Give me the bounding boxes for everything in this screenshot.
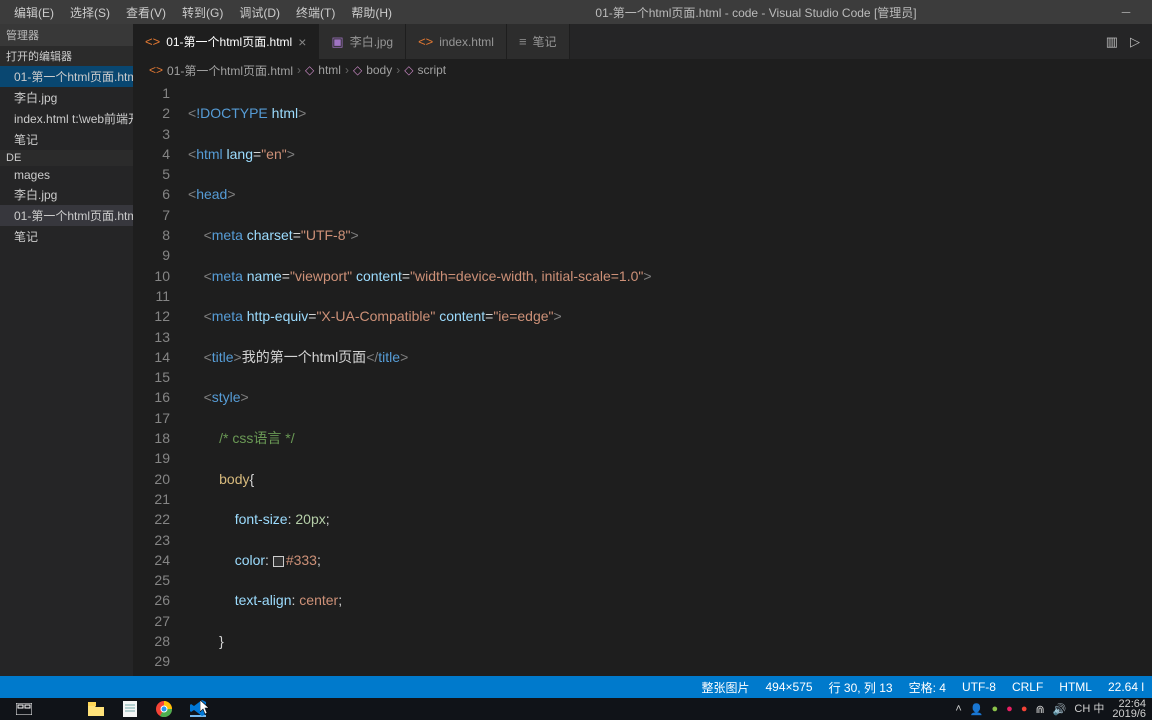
html-icon: <>	[145, 34, 160, 49]
mouse-cursor-icon	[200, 700, 212, 716]
open-editors-header[interactable]: 打开的编辑器	[0, 46, 133, 66]
run-icon[interactable]: ▷	[1130, 34, 1140, 50]
split-editor-icon[interactable]: ▥	[1106, 34, 1118, 50]
chrome-icon[interactable]	[156, 701, 172, 717]
breadcrumb-item[interactable]: html	[318, 63, 341, 77]
status-cursor[interactable]: 行 30, 列 13	[821, 679, 901, 696]
file-item[interactable]: 01-第一个html页面.html	[0, 205, 133, 226]
breadcrumb-file[interactable]: 01-第一个html页面.html	[167, 62, 293, 79]
open-editor-item[interactable]: index.html t:\web前端开发...	[0, 108, 133, 129]
status-image[interactable]: 整张图片	[693, 679, 757, 696]
image-icon: ▣	[331, 34, 343, 50]
open-editor-item[interactable]: 李白.jpg	[0, 87, 133, 108]
tray-arrow-icon[interactable]: ˄	[955, 703, 961, 715]
menu-view[interactable]: 查看(V)	[118, 2, 174, 23]
folder-images[interactable]: mages	[0, 166, 133, 184]
tab-note[interactable]: ≡ 笔记	[507, 24, 570, 59]
menu-help[interactable]: 帮助(H)	[343, 2, 400, 23]
breadcrumb-item[interactable]: script	[417, 63, 446, 77]
breadcrumb[interactable]: <> 01-第一个html页面.html › ◇ html › ◇ body ›…	[133, 59, 1152, 81]
windows-taskbar: ˄ 👤 ● ● ● ⋒ 🔊 CH 中 22:64 2019/6	[0, 698, 1152, 720]
breadcrumb-item[interactable]: body	[366, 63, 392, 77]
menu-edit[interactable]: 编辑(E)	[6, 2, 62, 23]
tab-image[interactable]: ▣ 李白.jpg	[319, 24, 406, 59]
editor-tabs: <> 01-第一个html页面.html × ▣ 李白.jpg <> index.htm…	[133, 24, 1152, 59]
status-time: 22.64 l	[1100, 680, 1152, 694]
sidebar: 管理器 打开的编辑器 01-第一个html页面.html 李白.jpg inde…	[0, 24, 133, 676]
menu-goto[interactable]: 转到(G)	[174, 2, 231, 23]
symbol-icon: ◇	[305, 63, 314, 77]
status-encoding[interactable]: UTF-8	[954, 680, 1004, 694]
menu-bar: 编辑(E) 选择(S) 查看(V) 转到(G) 调试(D) 终端(T) 帮助(H…	[0, 2, 400, 23]
file-item[interactable]: 李白.jpg	[0, 184, 133, 205]
tray-volume-icon[interactable]: 🔊	[1053, 703, 1067, 716]
taskview-icon[interactable]	[16, 701, 32, 717]
line-number-gutter: 1234567891011121314151617181920212223242…	[133, 81, 188, 676]
tray-date: 2019/6	[1112, 709, 1146, 719]
open-editor-item[interactable]: 01-第一个html页面.html	[0, 66, 133, 87]
color-swatch	[273, 556, 284, 567]
minimize-button[interactable]: ─	[1112, 5, 1140, 19]
notepad-icon[interactable]	[122, 701, 138, 717]
window-title: 01-第一个html页面.html - code - Visual Studio…	[400, 4, 1112, 21]
close-icon[interactable]: ×	[298, 34, 306, 50]
menu-debug[interactable]: 调试(D)	[231, 2, 288, 23]
html-icon: <>	[149, 63, 163, 77]
tab-label: 01-第一个html页面.html	[166, 33, 292, 50]
folder-header[interactable]: DE	[0, 150, 133, 166]
code-lines[interactable]: <!DOCTYPE html> <html lang="en"> <head> …	[188, 81, 1152, 676]
tray-wifi-icon[interactable]: ⋒	[1035, 703, 1044, 716]
status-language[interactable]: HTML	[1051, 680, 1100, 694]
status-spaces[interactable]: 空格: 4	[901, 679, 954, 696]
tray-ime[interactable]: CH 中	[1074, 704, 1104, 714]
tray-green-icon[interactable]: ●	[992, 703, 999, 715]
file-item[interactable]: 笔记	[0, 226, 133, 247]
sidebar-panel-title: 管理器	[0, 24, 133, 46]
symbol-icon: ◇	[404, 63, 413, 77]
status-dimensions[interactable]: 494×575	[758, 680, 821, 694]
file-icon: ≡	[519, 34, 527, 49]
tray-red-icon[interactable]: ●	[1021, 703, 1028, 715]
tray-pink-icon[interactable]: ●	[1006, 703, 1013, 715]
status-eol[interactable]: CRLF	[1004, 680, 1051, 694]
menu-terminal[interactable]: 终端(T)	[288, 2, 343, 23]
menu-select[interactable]: 选择(S)	[62, 2, 118, 23]
open-editor-item[interactable]: 笔记	[0, 129, 133, 150]
tab-index[interactable]: <> index.html	[406, 24, 507, 59]
tab-label: 李白.jpg	[350, 33, 393, 50]
title-bar: 编辑(E) 选择(S) 查看(V) 转到(G) 调试(D) 终端(T) 帮助(H…	[0, 0, 1152, 24]
tray-people-icon[interactable]: 👤	[970, 703, 984, 716]
explorer-icon[interactable]	[88, 701, 104, 717]
code-editor[interactable]: 1234567891011121314151617181920212223242…	[133, 81, 1152, 676]
html-icon: <>	[418, 34, 433, 49]
status-bar: 整张图片 494×575 行 30, 列 13 空格: 4 UTF-8 CRLF…	[0, 676, 1152, 698]
symbol-icon: ◇	[353, 63, 362, 77]
tab-html[interactable]: <> 01-第一个html页面.html ×	[133, 24, 319, 59]
tab-label: 笔记	[533, 33, 557, 50]
tab-label: index.html	[439, 35, 494, 49]
